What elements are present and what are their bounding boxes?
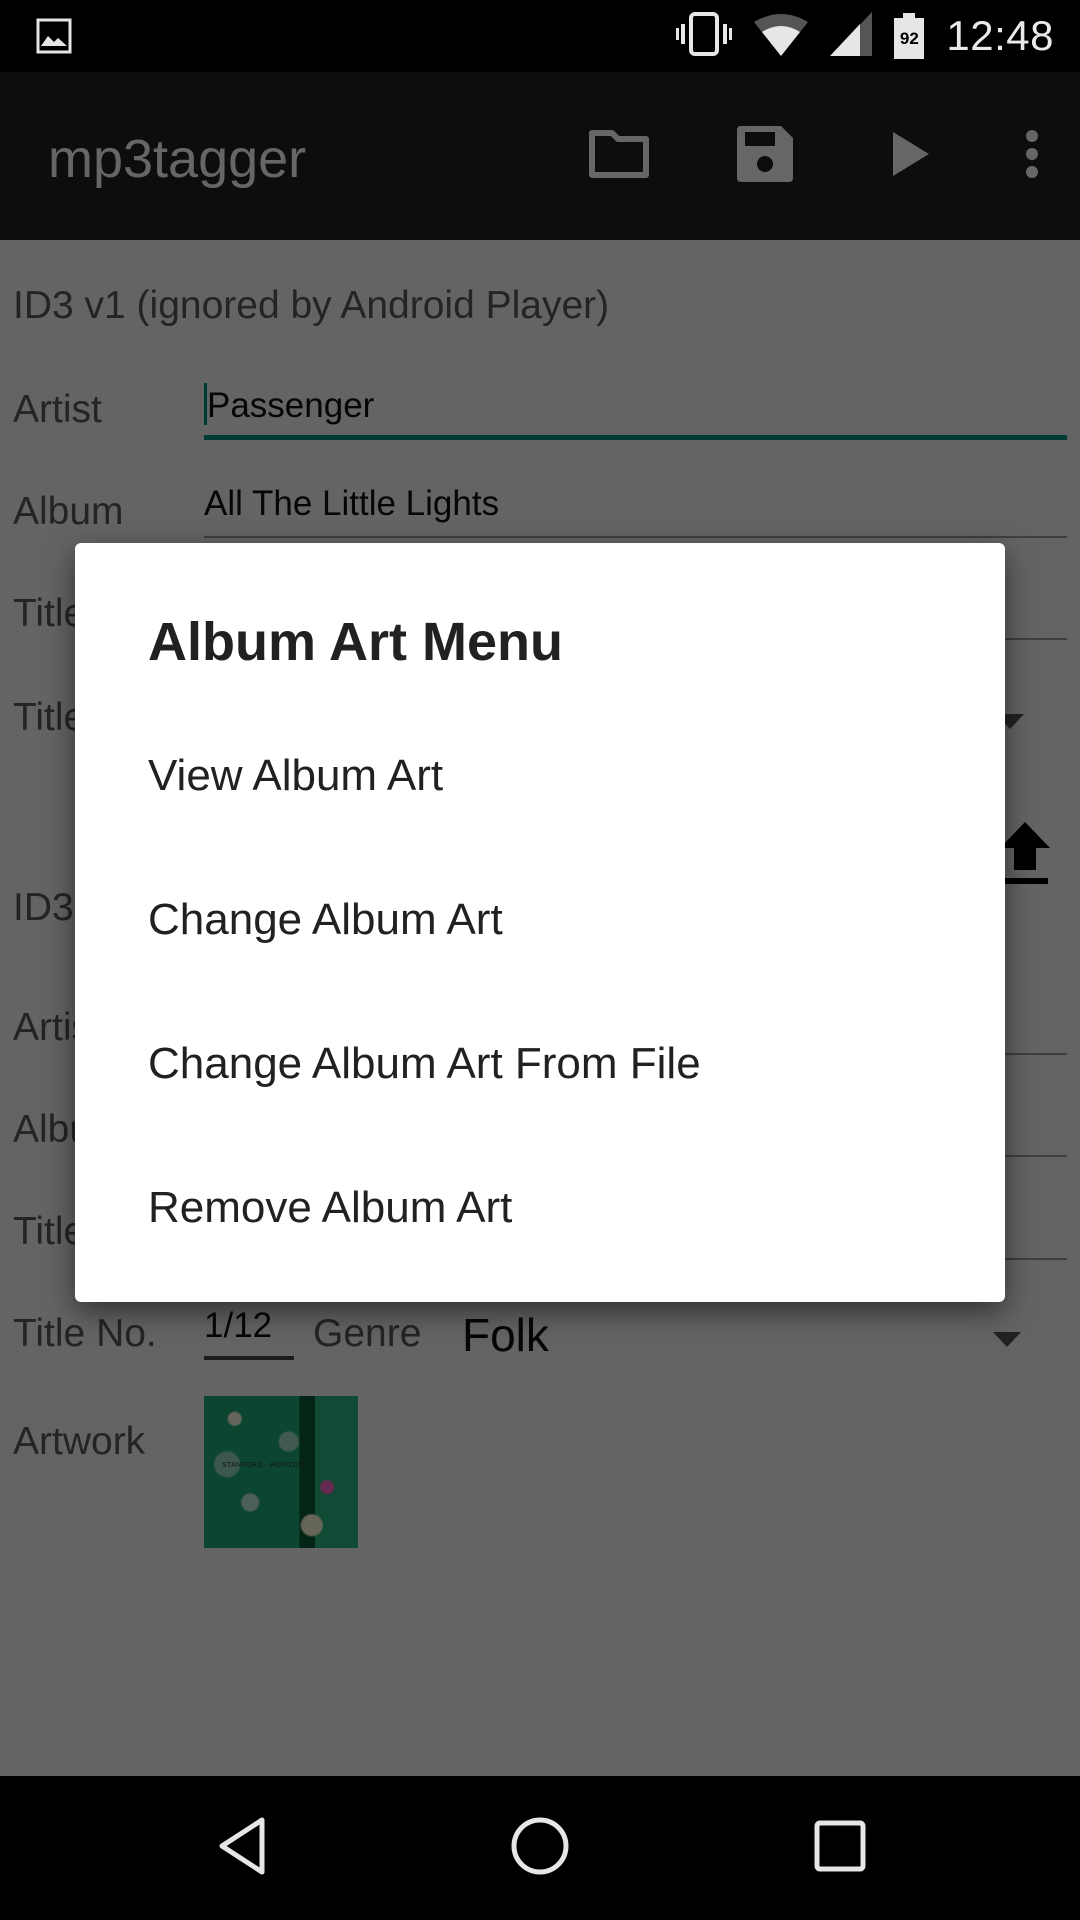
cell-signal-icon xyxy=(830,11,873,61)
navigation-bar xyxy=(0,1776,1080,1920)
home-button[interactable] xyxy=(450,1776,630,1920)
home-icon xyxy=(510,1816,570,1881)
vibrate-icon xyxy=(676,11,733,62)
menu-item-change-album-art-from-file[interactable]: Change Album Art From File xyxy=(75,992,1005,1136)
menu-item-view-album-art[interactable]: View Album Art xyxy=(75,704,1005,848)
album-art-menu-dialog: Album Art Menu View Album Art Change Alb… xyxy=(75,543,1005,1302)
battery-icon: 92 xyxy=(894,13,925,59)
clock: 12:48 xyxy=(946,12,1054,59)
image-notification-icon xyxy=(36,18,72,59)
wifi-icon xyxy=(754,12,809,61)
back-button[interactable] xyxy=(152,1776,332,1920)
dialog-title: Album Art Menu xyxy=(148,612,563,672)
back-icon xyxy=(216,1816,268,1881)
recents-button[interactable] xyxy=(750,1776,930,1920)
recents-icon xyxy=(814,1820,866,1877)
status-bar: 92 12:48 xyxy=(0,0,1080,72)
menu-item-remove-album-art[interactable]: Remove Album Art xyxy=(75,1136,1005,1280)
battery-level: 92 xyxy=(894,18,925,59)
menu-item-change-album-art[interactable]: Change Album Art xyxy=(75,848,1005,992)
